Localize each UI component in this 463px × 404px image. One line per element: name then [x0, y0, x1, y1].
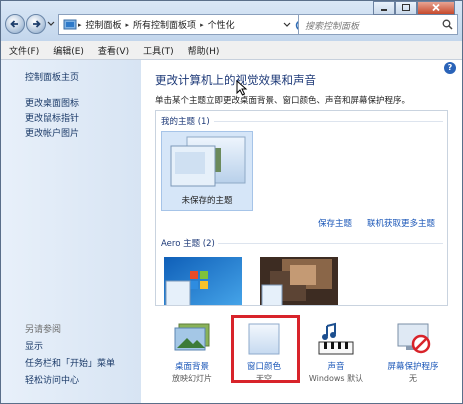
sound-label: 声音 — [327, 362, 345, 372]
unsaved-theme-label: 未保存的主题 — [181, 196, 233, 206]
maximize-icon — [402, 4, 410, 11]
get-more-themes-link[interactable]: 联机获取更多主题 — [367, 217, 435, 229]
forward-button[interactable] — [26, 14, 46, 34]
desktop-background-option[interactable]: 桌面背景 放映幻灯片 — [159, 310, 225, 396]
page-description: 单击某个主题立即更改桌面背景、窗口颜色、声音和屏幕保护程序。 — [155, 96, 411, 106]
breadcrumb-separator: ▸ — [78, 20, 82, 29]
sound-option[interactable]: 声音 Windows 默认 — [303, 310, 369, 396]
address-toolbar: ▸ 控制面板 ▸ 所有控制面板项 ▸ 个性化 搜索控制面板 — [1, 1, 462, 41]
my-themes-header: 我的主题 (1) — [161, 117, 210, 127]
menu-edit[interactable]: 编辑(E) — [53, 44, 84, 57]
screensaver-value: 无 — [409, 374, 417, 383]
breadcrumb-control-panel[interactable]: 控制面板 — [86, 18, 122, 31]
sidebar-control-panel-home[interactable]: 控制面板主页 — [25, 70, 79, 83]
save-theme-link[interactable]: 保存主题 — [318, 217, 352, 229]
search-icon[interactable] — [442, 19, 453, 30]
close-button[interactable] — [417, 1, 455, 15]
minimize-button[interactable] — [373, 1, 395, 15]
breadcrumb-separator: ▸ — [200, 20, 204, 29]
forward-arrow-icon — [33, 20, 41, 28]
history-dropdown-icon[interactable] — [47, 21, 55, 27]
desktop-background-label: 桌面背景 — [174, 362, 209, 372]
search-placeholder: 搜索控制面板 — [305, 22, 360, 32]
menu-tools[interactable]: 工具(T) — [143, 44, 174, 57]
unsaved-theme-thumbnail — [170, 136, 246, 187]
main-pane: ? 更改计算机上的视觉效果和声音 单击某个主题立即更改桌面背景、窗口颜色、声音和… — [141, 60, 462, 403]
aero-themes-header: Aero 主题 (2) — [161, 239, 215, 249]
desktop-background-icon — [174, 323, 210, 351]
sidebar: 控制面板主页 更改桌面图标 更改鼠标指针 更改帐户图片 另请参阅 显示 任务栏和… — [1, 60, 141, 403]
menu-bar: 文件(F) 编辑(E) 查看(V) 工具(T) 帮助(H) — [1, 41, 462, 60]
menu-help[interactable]: 帮助(H) — [188, 44, 220, 57]
maximize-button[interactable] — [395, 1, 417, 15]
group-divider — [218, 243, 443, 244]
screensaver-option[interactable]: 屏幕保护程序 无 — [377, 310, 449, 396]
back-button[interactable] — [5, 14, 25, 34]
help-icon[interactable]: ? — [444, 62, 456, 74]
breadcrumb-all-items[interactable]: 所有控制面板项 — [133, 18, 196, 31]
screensaver-icon — [397, 323, 431, 354]
sidebar-change-mouse-pointers[interactable]: 更改鼠标指针 — [25, 111, 79, 124]
sidebar-change-desktop-icons[interactable]: 更改桌面图标 — [25, 96, 79, 109]
window-color-highlight — [231, 315, 300, 383]
address-bar[interactable]: ▸ 控制面板 ▸ 所有控制面板项 ▸ 个性化 — [58, 14, 312, 35]
sound-icon — [318, 322, 354, 355]
breadcrumb-personalization[interactable]: 个性化 — [208, 18, 235, 31]
windows7-theme-thumbnail[interactable] — [164, 257, 242, 306]
close-icon — [432, 3, 440, 12]
control-panel-icon — [63, 19, 77, 29]
desktop-background-value: 放映幻灯片 — [172, 374, 212, 383]
sound-value: Windows 默认 — [308, 374, 364, 383]
see-also-ease-of-access[interactable]: 轻松访问中心 — [25, 373, 79, 386]
sidebar-change-account-picture[interactable]: 更改帐户图片 — [25, 126, 79, 139]
minimize-icon — [381, 9, 387, 11]
see-also-display[interactable]: 显示 — [25, 339, 43, 352]
back-arrow-icon — [10, 20, 18, 28]
screensaver-label: 屏幕保护程序 — [387, 362, 439, 372]
theme-list[interactable]: 我的主题 (1) 未保存的主题 保存主题 联机获取更多主题 Aero 主题 (2… — [155, 110, 448, 306]
menu-view[interactable]: 查看(V) — [98, 44, 129, 57]
search-input[interactable]: 搜索控制面板 — [298, 14, 458, 35]
address-dropdown-icon[interactable] — [283, 22, 291, 28]
group-divider — [214, 121, 443, 122]
scenes-theme-thumbnail[interactable] — [260, 257, 338, 306]
unsaved-theme-tile[interactable]: 未保存的主题 — [161, 131, 253, 211]
menu-file[interactable]: 文件(F) — [9, 44, 39, 57]
personalization-window: ▸ 控制面板 ▸ 所有控制面板项 ▸ 个性化 搜索控制面板 文件(F) 编辑(E… — [0, 0, 463, 404]
see-also-taskbar[interactable]: 任务栏和「开始」菜单 — [25, 356, 115, 369]
personalization-options: 桌面背景 放映幻灯片 窗口颜色 天空 声音 Windows 默认 屏幕保护程序 … — [141, 310, 462, 403]
see-also-heading: 另请参阅 — [25, 325, 62, 335]
breadcrumb-separator: ▸ — [125, 20, 130, 29]
content-area: 控制面板主页 更改桌面图标 更改鼠标指针 更改帐户图片 另请参阅 显示 任务栏和… — [1, 60, 462, 403]
